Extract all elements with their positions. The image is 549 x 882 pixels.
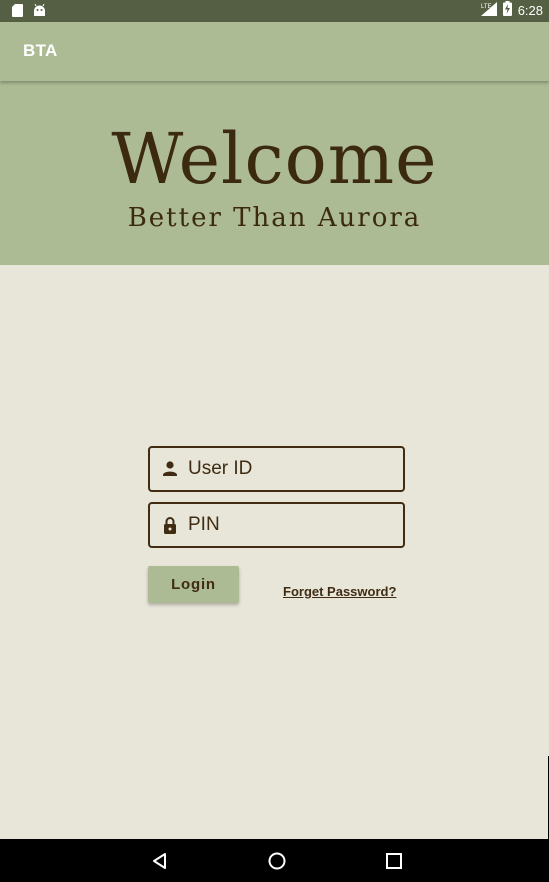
- signal-icon: LTE: [480, 1, 497, 21]
- user-id-input[interactable]: User ID: [188, 448, 252, 490]
- lock-icon: [160, 515, 180, 535]
- login-button[interactable]: Login: [148, 566, 239, 603]
- sd-card-icon: [12, 4, 23, 22]
- back-icon[interactable]: [149, 850, 171, 872]
- welcome-heading: Welcome: [111, 118, 438, 200]
- app-bar: BTA: [0, 22, 549, 81]
- user-id-field[interactable]: User ID: [148, 446, 405, 492]
- android-icon: [33, 3, 46, 22]
- person-icon: [160, 459, 180, 479]
- welcome-subtitle: Better Than Aurora: [127, 203, 422, 233]
- recents-icon[interactable]: [383, 850, 405, 872]
- home-icon[interactable]: [266, 850, 288, 872]
- app-title: BTA: [23, 41, 58, 60]
- welcome-banner: Welcome Better Than Aurora: [0, 81, 549, 265]
- status-bar: LTE 6:28: [0, 0, 549, 22]
- forget-password-link[interactable]: Forget Password?: [283, 584, 396, 599]
- navigation-bar: [0, 839, 549, 882]
- status-time: 6:28: [517, 3, 543, 18]
- pin-input[interactable]: PIN: [188, 504, 220, 546]
- network-type-label: LTE: [481, 4, 492, 10]
- pin-field[interactable]: PIN: [148, 502, 405, 548]
- battery-charging-icon: [502, 1, 512, 21]
